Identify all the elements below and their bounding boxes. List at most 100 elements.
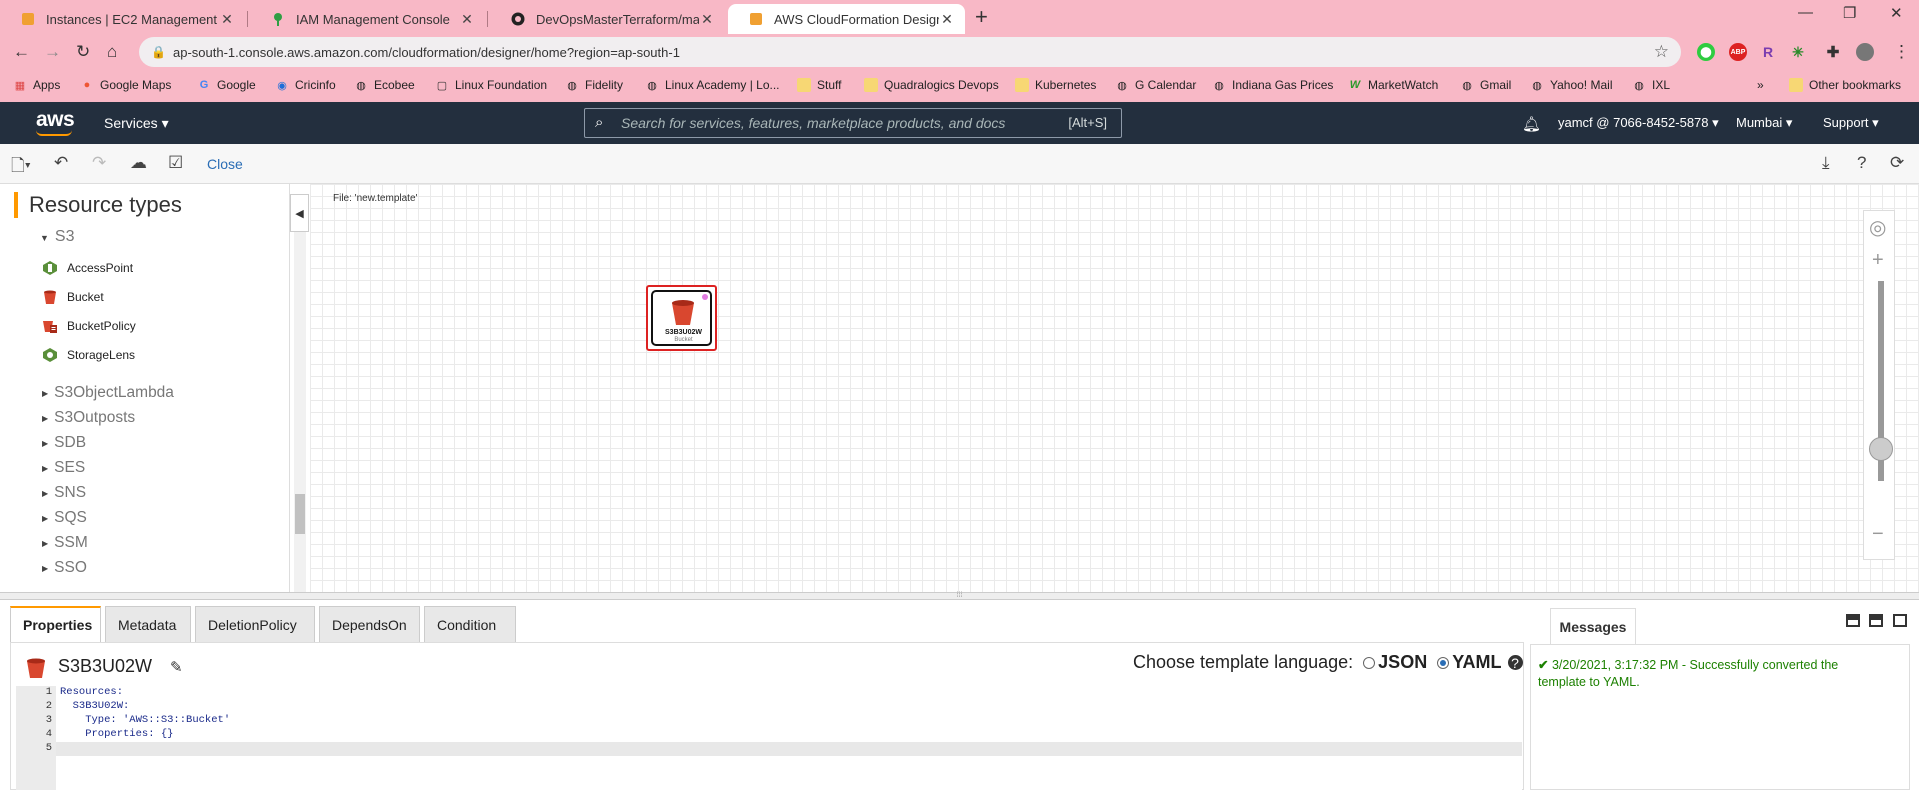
back-icon[interactable]: ← — [13, 42, 30, 62]
window-close-icon[interactable]: ✕ — [1890, 4, 1903, 22]
tab-iam[interactable]: IAM Management Console ✕ — [250, 4, 485, 34]
layout-top-icon[interactable] — [1869, 614, 1883, 627]
bookmark-google[interactable]: G Google — [197, 78, 256, 92]
json-option-label[interactable]: JSON — [1378, 652, 1427, 673]
notifications-bell-icon[interactable]: 🔔︎ — [1522, 115, 1541, 133]
upload-cloud-icon[interactable]: ☁︎ — [130, 153, 147, 173]
url-input[interactable]: 🔒 ap-south-1.console.aws.amazon.com/clou… — [139, 37, 1681, 67]
bookmark-ixl[interactable]: ◍ IXL — [1632, 78, 1670, 92]
resource-group-sqs[interactable]: ▶ SQS — [42, 509, 87, 527]
panel-splitter[interactable]: ⁞⁞⁞ — [0, 592, 1919, 600]
tab-dependson[interactable]: DependsOn — [319, 606, 420, 642]
bookmark-linux-foundation[interactable]: ▢ Linux Foundation — [435, 78, 547, 92]
bookmark-yahoo-mail[interactable]: ◍ Yahoo! Mail — [1530, 78, 1612, 92]
extensions-puzzle-icon[interactable]: ✚ — [1824, 43, 1842, 61]
resource-group-sns[interactable]: ▶ SNS — [42, 484, 86, 502]
resource-item-accesspoint[interactable]: AccessPoint — [42, 260, 133, 276]
edit-pencil-icon[interactable]: ✎ — [170, 658, 183, 676]
services-menu[interactable]: Services ▾ — [104, 115, 169, 132]
bookmark-apps[interactable]: ▦ Apps — [13, 78, 61, 92]
resource-group-ses[interactable]: ▶ SES — [42, 459, 85, 477]
browser-menu-icon[interactable]: ⋮ — [1893, 42, 1910, 62]
help-icon[interactable]: ? — [1507, 655, 1523, 671]
tab-metadata[interactable]: Metadata — [105, 606, 191, 642]
resource-group-s3outposts[interactable]: ▶ S3Outposts — [42, 409, 135, 427]
bookmark-indiana-gas[interactable]: ◍ Indiana Gas Prices — [1212, 78, 1333, 92]
bookmark-cricinfo[interactable]: ◉ Cricinfo — [275, 78, 336, 92]
new-tab-icon[interactable]: + — [975, 6, 988, 28]
file-menu-icon[interactable]: 🗋︎▾ — [11, 153, 31, 182]
star-icon[interactable]: ☆ — [1654, 42, 1669, 62]
undo-icon[interactable]: ↶ — [54, 153, 68, 173]
json-radio[interactable] — [1363, 656, 1376, 669]
aws-logo[interactable]: aws — [36, 108, 75, 132]
tab-condition[interactable]: Condition — [424, 606, 516, 642]
bookmark-marketwatch[interactable]: W MarketWatch — [1348, 78, 1438, 92]
tab-messages[interactable]: Messages — [1550, 608, 1636, 644]
resource-group-ssm[interactable]: ▶ SSM — [42, 534, 88, 552]
close-icon[interactable]: ✕ — [219, 11, 235, 28]
adblock-icon[interactable]: ABP — [1729, 43, 1747, 61]
close-icon[interactable]: ✕ — [459, 11, 475, 28]
profile-avatar-icon[interactable] — [1856, 43, 1874, 61]
resource-item-bucket[interactable]: Bucket — [42, 289, 104, 305]
aws-search-input[interactable]: ⌕ Search for services, features, marketp… — [584, 108, 1122, 138]
bookmark-linux-academy[interactable]: ◍ Linux Academy | Lo... — [645, 78, 779, 92]
fit-to-screen-icon[interactable]: ◎ — [1869, 215, 1886, 240]
zoom-in-icon[interactable]: + — [1872, 249, 1884, 272]
bookmark-folder-quadralogics[interactable]: Quadralogics Devops — [864, 78, 999, 92]
bookmark-folder-stuff[interactable]: Stuff — [797, 78, 841, 92]
bookmark-fidelity[interactable]: ◍ Fidelity — [565, 78, 623, 92]
minimize-icon[interactable]: — — [1798, 4, 1813, 21]
reload-icon[interactable]: ↻ — [76, 42, 90, 62]
forward-icon[interactable]: → — [44, 42, 61, 62]
help-icon[interactable]: ? — [1857, 153, 1866, 173]
refresh-icon[interactable]: ⟳ — [1890, 153, 1904, 173]
resource-group-sdb[interactable]: ▶ SDB — [42, 434, 86, 452]
bookmark-ecobee[interactable]: ◍ Ecobee — [354, 78, 415, 92]
tab-properties[interactable]: Properties — [10, 606, 101, 642]
resource-group-s3objectlambda[interactable]: ▶ S3ObjectLambda — [42, 384, 174, 402]
design-canvas[interactable] — [310, 184, 1919, 592]
bookmark-google-maps[interactable]: ● Google Maps — [80, 78, 172, 92]
region-menu[interactable]: Mumbai ▾ — [1736, 115, 1792, 131]
yaml-option-label[interactable]: YAML — [1452, 652, 1501, 673]
resource-group-sso[interactable]: ▶ SSO — [42, 559, 87, 577]
download-icon[interactable]: ⤓ — [1822, 153, 1830, 173]
close-designer-link[interactable]: Close — [207, 156, 243, 172]
extension-green-icon[interactable]: ⬤ — [1697, 43, 1715, 61]
resource-panel-scroll-thumb[interactable] — [295, 494, 305, 534]
account-menu[interactable]: yamcf @ 7066-8452-5878 ▾ — [1558, 115, 1719, 131]
close-icon[interactable]: ✕ — [699, 11, 715, 28]
tab-ec2[interactable]: Instances | EC2 Management Cor ✕ — [0, 4, 245, 34]
extension-leaf-icon[interactable]: ✳ — [1789, 43, 1807, 61]
redo-icon[interactable]: ↷ — [92, 153, 106, 173]
collapse-panel-icon[interactable]: ◀ — [290, 194, 309, 232]
layout-bottom-icon[interactable] — [1846, 614, 1860, 627]
resource-node-s3-bucket[interactable]: S3B3U02W Bucket — [646, 285, 717, 351]
support-menu[interactable]: Support ▾ — [1823, 115, 1879, 131]
zoom-slider-knob[interactable] — [1869, 437, 1893, 461]
tab-deletionpolicy[interactable]: DeletionPolicy — [195, 606, 315, 642]
zoom-out-icon[interactable]: − — [1872, 523, 1884, 546]
extension-r-icon[interactable]: R — [1759, 43, 1777, 61]
restore-icon[interactable]: ❐ — [1843, 4, 1856, 22]
layout-maximize-icon[interactable] — [1893, 614, 1907, 627]
connection-handle[interactable] — [702, 294, 708, 300]
bookmark-gmail[interactable]: ◍ Gmail — [1460, 78, 1511, 92]
template-code-editor[interactable]: 1 2 3 4 5 Resources: S3B3U02W: Type: 'AW… — [16, 686, 1522, 790]
bookmark-g-calendar[interactable]: ◍ G Calendar — [1115, 78, 1196, 92]
bookmarks-overflow[interactable]: » — [1757, 78, 1764, 92]
resource-group-s3[interactable]: ▼ S3 — [40, 228, 75, 246]
yaml-radio[interactable] — [1437, 656, 1450, 669]
resource-panel-scrollbar[interactable] — [294, 228, 306, 592]
tab-cloudformation[interactable]: AWS CloudFormation Designer ✕ — [728, 4, 965, 34]
home-icon[interactable]: ⌂ — [107, 42, 117, 62]
bookmark-folder-kubernetes[interactable]: Kubernetes — [1015, 78, 1096, 92]
resource-item-storagelens[interactable]: StorageLens — [42, 347, 135, 363]
tab-github[interactable]: DevOpsMasterTerraform/main.tf ✕ — [490, 4, 725, 34]
resource-item-bucketpolicy[interactable]: BucketPolicy — [42, 318, 136, 334]
bookmark-other[interactable]: Other bookmarks — [1789, 78, 1901, 92]
validate-template-icon[interactable]: ☑ — [168, 153, 183, 173]
close-icon[interactable]: ✕ — [939, 11, 955, 28]
